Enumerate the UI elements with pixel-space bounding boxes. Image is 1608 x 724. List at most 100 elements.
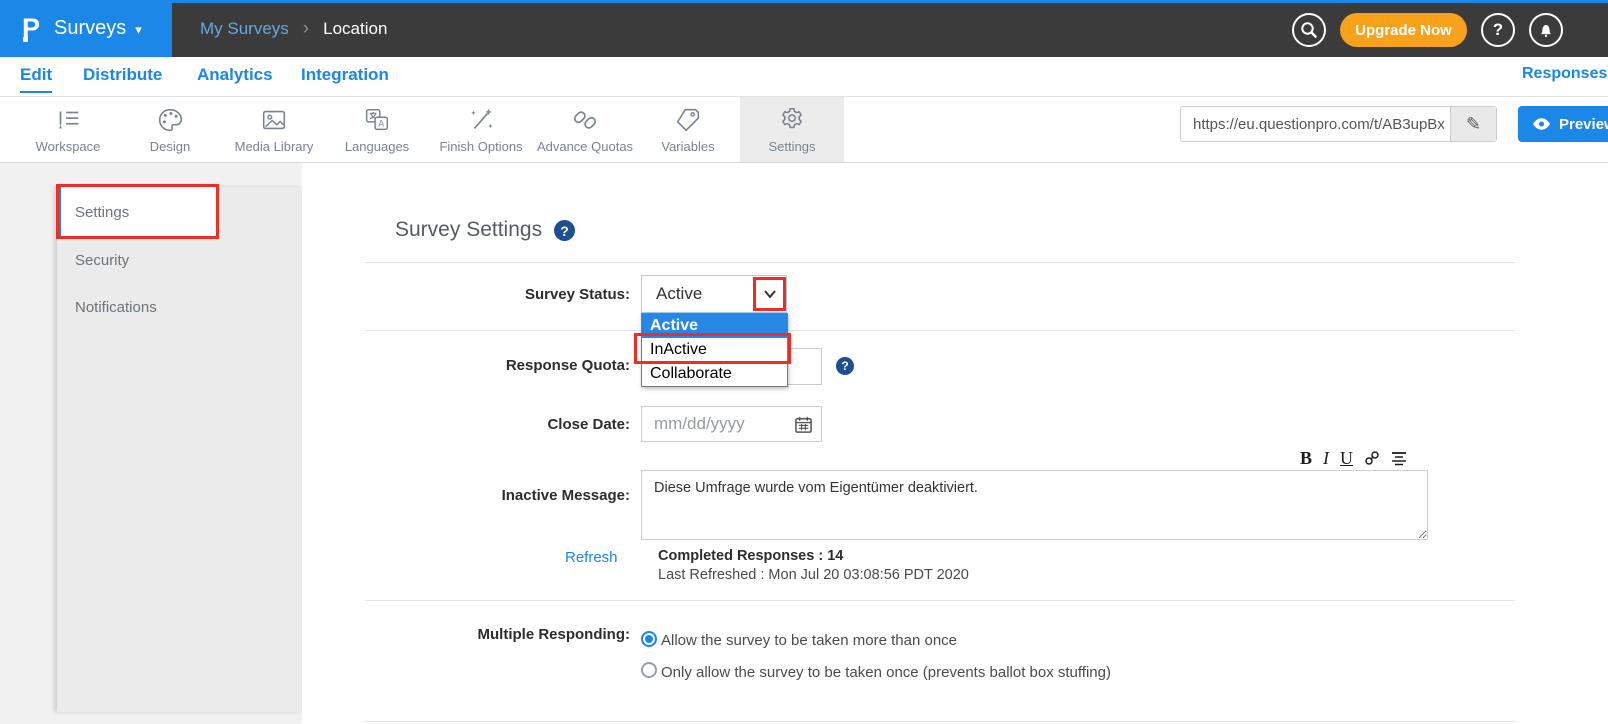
- refresh-link[interactable]: Refresh: [565, 549, 618, 566]
- tab-distribute[interactable]: Distribute: [83, 65, 162, 85]
- sidebar-item-notifications[interactable]: Notifications: [57, 285, 302, 329]
- media-library-icon: [259, 105, 289, 135]
- header-accent-line: [0, 0, 1608, 3]
- radio-allow-multiple-label: Allow the survey to be taken more than o…: [661, 632, 957, 649]
- survey-status-selected-value: Active: [656, 284, 702, 304]
- svg-text:A: A: [378, 119, 384, 129]
- question-mark-icon: ?: [560, 223, 569, 239]
- italic-button[interactable]: I: [1323, 448, 1329, 469]
- underline-button[interactable]: U: [1340, 448, 1353, 469]
- product-name: Surveys: [54, 17, 126, 40]
- dropdown-option-inactive[interactable]: InActive: [642, 338, 787, 362]
- close-date-label: Close Date:: [360, 416, 630, 433]
- toolbar-item-media-library[interactable]: Media Library: [222, 97, 326, 162]
- chevron-down-icon: [763, 289, 777, 299]
- text-editor-toolbar: B I U: [1300, 448, 1425, 468]
- dropdown-option-active[interactable]: Active: [642, 314, 787, 338]
- caret-down-icon: ▾: [135, 22, 142, 38]
- design-icon: [155, 105, 185, 135]
- breadcrumb: My Surveys › Location: [200, 0, 387, 57]
- notifications-button[interactable]: [1529, 13, 1563, 47]
- sidebar-item-label: Notifications: [75, 299, 157, 316]
- question-mark-icon: ?: [1493, 20, 1503, 40]
- dropdown-option-collaborate[interactable]: Collaborate: [642, 362, 787, 386]
- preview-button[interactable]: Preview: [1518, 106, 1608, 142]
- link-button[interactable]: [1364, 450, 1380, 466]
- bold-button[interactable]: B: [1300, 448, 1312, 469]
- response-quota-help-icon[interactable]: ?: [836, 357, 854, 375]
- toolbar-label: Media Library: [235, 139, 314, 154]
- sidebar-item-security[interactable]: Security: [57, 238, 302, 282]
- divider: [365, 262, 1515, 263]
- radio-allow-multiple[interactable]: [641, 631, 657, 647]
- survey-settings-help-icon[interactable]: ?: [554, 220, 575, 241]
- preview-button-label: Preview: [1559, 116, 1608, 133]
- toolbar-item-design[interactable]: Design: [118, 97, 222, 162]
- product-switcher[interactable]: P Surveys ▾: [0, 0, 172, 57]
- toolbar-item-languages[interactable]: A Languages: [325, 97, 429, 162]
- languages-icon: A: [362, 105, 392, 135]
- sidebar-item-label: Settings: [75, 204, 129, 221]
- last-refreshed-text: Last Refreshed : Mon Jul 20 03:08:56 PDT…: [658, 567, 969, 583]
- advance-quotas-icon: [570, 105, 600, 135]
- survey-status-label: Survey Status:: [360, 286, 630, 303]
- multiple-responding-label: Multiple Responding:: [360, 626, 630, 643]
- survey-tab-bar: Edit Distribute Analytics Integration Re…: [0, 57, 1608, 97]
- align-icon: [1391, 451, 1407, 466]
- toolbar-label: Languages: [345, 139, 409, 154]
- finish-options-icon: [466, 105, 496, 135]
- divider: [365, 600, 1515, 601]
- radio-only-once-label: Only allow the survey to be taken once (…: [661, 664, 1111, 681]
- calendar-icon[interactable]: [794, 415, 813, 434]
- help-button[interactable]: ?: [1481, 13, 1515, 47]
- divider: [365, 330, 1515, 331]
- search-icon: [1298, 19, 1320, 41]
- divider: [365, 721, 1515, 722]
- sidebar-item-settings[interactable]: Settings: [57, 187, 217, 237]
- response-quota-label: Response Quota:: [360, 357, 630, 374]
- questionpro-app: P Surveys ▾ My Surveys › Location Upgrad…: [0, 0, 1608, 724]
- toolbar-item-workspace[interactable]: Workspace: [16, 97, 120, 162]
- toolbar-label: Variables: [661, 139, 714, 154]
- inactive-message-label: Inactive Message:: [360, 487, 630, 504]
- settings-gear-icon: [777, 105, 807, 135]
- tab-analytics[interactable]: Analytics: [197, 65, 273, 85]
- breadcrumb-current: Location: [323, 19, 387, 39]
- toolbar-item-advance-quotas[interactable]: Advance Quotas: [533, 97, 637, 162]
- variables-icon: [673, 105, 703, 135]
- tab-edit[interactable]: Edit: [20, 65, 52, 93]
- toolbar-item-finish-options[interactable]: Finish Options: [429, 97, 533, 162]
- responses-link[interactable]: Responses: [1522, 65, 1607, 83]
- toolbar-label: Advance Quotas: [537, 139, 633, 154]
- survey-status-select[interactable]: Active: [641, 275, 787, 313]
- survey-status-dropdown: Active InActive Collaborate: [641, 313, 788, 387]
- radio-only-once[interactable]: [641, 662, 657, 678]
- align-button[interactable]: [1391, 451, 1407, 466]
- top-header: P Surveys ▾ My Surveys › Location Upgrad…: [0, 0, 1608, 57]
- breadcrumb-my-surveys[interactable]: My Surveys: [200, 19, 289, 39]
- completed-responses-text: Completed Responses : 14: [658, 548, 843, 564]
- search-button[interactable]: [1292, 13, 1326, 47]
- workspace-icon: [53, 105, 83, 135]
- survey-toolbar: Workspace Design Media Library: [0, 97, 1608, 163]
- link-icon: [1364, 450, 1380, 466]
- toolbar-label: Finish Options: [439, 139, 522, 154]
- toolbar-label: Settings: [769, 139, 816, 154]
- edit-url-button[interactable]: ✎: [1450, 107, 1496, 141]
- breadcrumb-separator-icon: ›: [303, 18, 309, 40]
- question-mark-icon: ?: [841, 359, 848, 373]
- pencil-icon: ✎: [1466, 114, 1481, 135]
- toolbar-label: Workspace: [36, 139, 101, 154]
- page-title: Survey Settings: [395, 218, 542, 242]
- settings-sidebar: Settings Security Notifications: [57, 187, 302, 712]
- tab-integration[interactable]: Integration: [301, 65, 389, 85]
- sidebar-item-label: Security: [75, 252, 129, 269]
- inactive-message-textarea[interactable]: Diese Umfrage wurde vom Eigentümer deakt…: [641, 470, 1428, 540]
- toolbar-item-settings[interactable]: Settings: [740, 97, 844, 162]
- bell-icon: [1536, 20, 1556, 40]
- eye-icon: [1532, 117, 1551, 131]
- upgrade-now-button[interactable]: Upgrade Now: [1340, 13, 1467, 47]
- questionpro-logo: P: [22, 13, 40, 44]
- toolbar-item-variables[interactable]: Variables: [636, 97, 740, 162]
- toolbar-label: Design: [150, 139, 190, 154]
